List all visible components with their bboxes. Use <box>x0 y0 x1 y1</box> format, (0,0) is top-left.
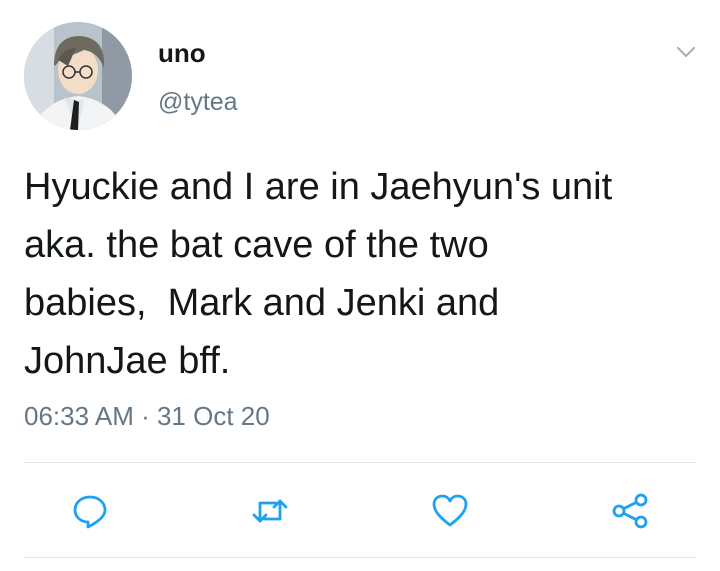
chevron-down-icon[interactable] <box>672 38 700 66</box>
reply-button[interactable] <box>66 487 114 535</box>
avatar[interactable] <box>24 22 132 130</box>
divider <box>24 557 696 558</box>
like-button[interactable] <box>426 487 474 535</box>
tweet-timestamp[interactable]: 06:33 AM · 31 Oct 20 <box>24 403 270 429</box>
retweet-icon <box>252 499 288 523</box>
action-bar <box>0 487 720 535</box>
tweet-date: 31 Oct 20 <box>156 401 270 431</box>
divider <box>24 462 696 463</box>
share-button[interactable] <box>606 487 654 535</box>
heart-icon <box>432 494 468 527</box>
timestamp-separator: · <box>133 401 157 431</box>
user-handle[interactable]: @tytea <box>158 90 238 115</box>
retweet-button[interactable] <box>246 487 294 535</box>
reply-icon <box>73 495 107 529</box>
anime-avatar-icon <box>24 22 132 130</box>
tweet-time: 06:33 AM <box>24 401 134 431</box>
share-icon <box>612 493 648 529</box>
tweet-text: Hyuckie and I are in Jaehyun's unit aka.… <box>24 166 613 382</box>
display-name[interactable]: uno <box>158 40 206 66</box>
